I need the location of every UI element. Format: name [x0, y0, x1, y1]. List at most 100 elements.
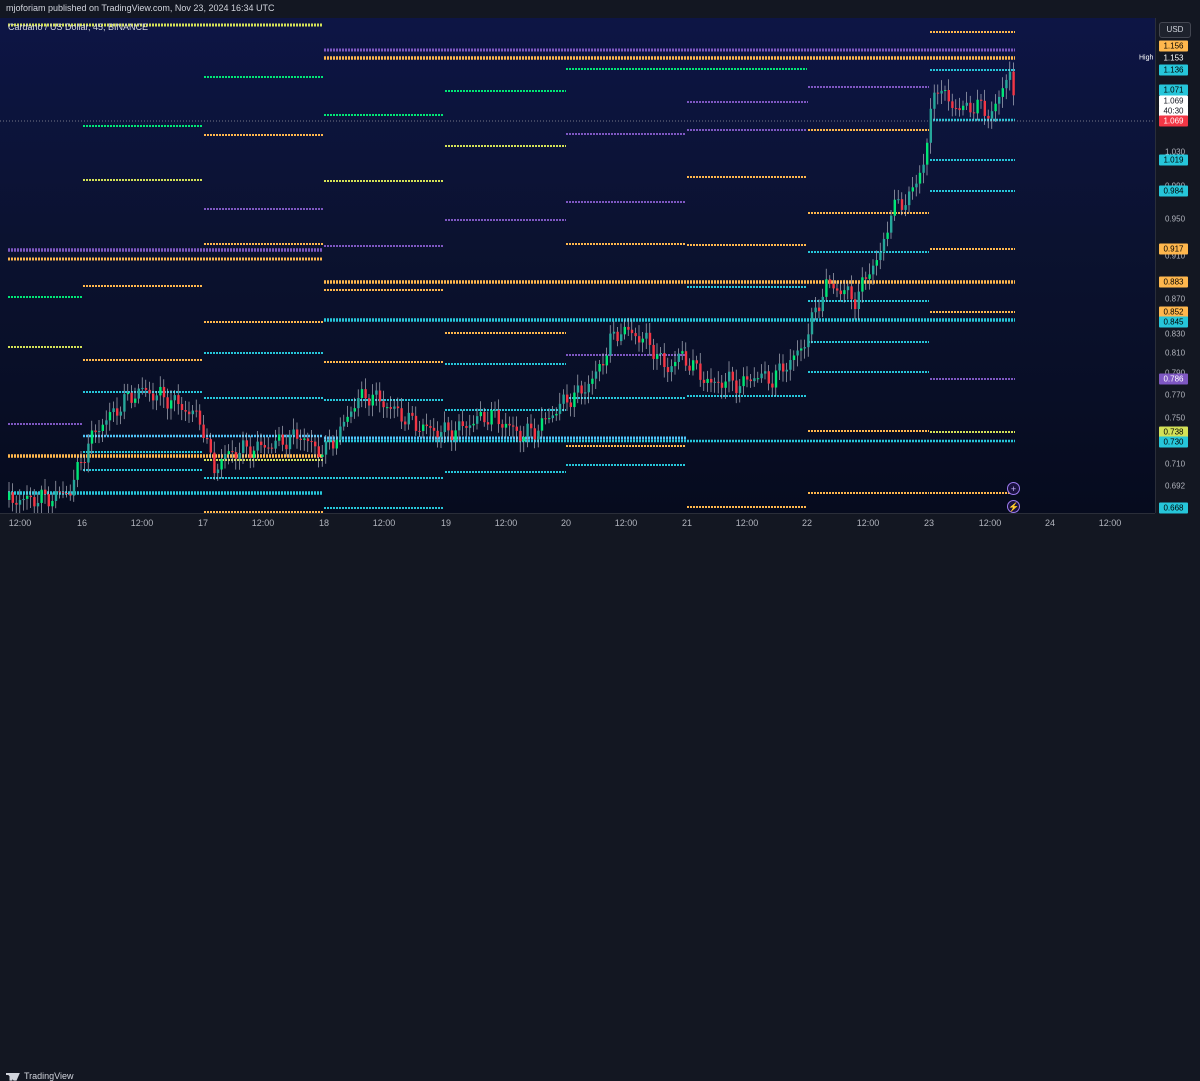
time-tick: 12:00: [856, 518, 880, 528]
time-tick: 12:00: [614, 518, 638, 528]
price-tick: 0.750: [1165, 413, 1186, 423]
candle-body: [537, 430, 540, 440]
candle-body: [476, 416, 479, 424]
candle-body: [764, 371, 767, 374]
candle-body: [249, 446, 252, 458]
candle-body: [137, 388, 140, 399]
candle-body: [112, 408, 115, 413]
candle-body: [522, 437, 526, 442]
candle-body: [123, 394, 126, 412]
price-tick: 0.870: [1165, 294, 1186, 304]
candle-body: [166, 397, 169, 409]
candle-body: [332, 440, 335, 449]
candle-body: [828, 279, 832, 284]
branding[interactable]: TradingView: [6, 1071, 74, 1081]
chart-pane[interactable]: Cardano / US Dollar, 45, BINANCE: [0, 18, 1155, 513]
candle-body: [684, 351, 688, 366]
branding-text: TradingView: [24, 1071, 74, 1081]
candle-body: [699, 363, 702, 380]
time-tick: 23: [923, 518, 935, 528]
candle-body: [483, 411, 486, 423]
candle-body: [26, 495, 29, 499]
candle-body: [54, 491, 58, 501]
candle-body: [605, 355, 608, 366]
candle-body: [126, 392, 130, 395]
candle-body: [418, 430, 421, 432]
candle-body: [1005, 79, 1008, 89]
candle-body: [335, 439, 338, 449]
candle-body: [965, 102, 968, 106]
candle-body: [404, 421, 407, 425]
candle-body: [940, 90, 943, 94]
candle-body: [821, 296, 824, 312]
candle-body: [602, 363, 605, 366]
candle-body: [267, 447, 270, 449]
tradingview-logo-icon: [6, 1072, 20, 1081]
candle-body: [389, 407, 392, 409]
candle-body: [936, 92, 940, 94]
candle-body: [576, 385, 580, 393]
candle-body: [944, 90, 947, 92]
candle-body: [580, 385, 583, 394]
candle-body: [746, 376, 749, 380]
candle-body: [501, 424, 504, 428]
candle-body: [144, 387, 148, 390]
price-tag: 0.845: [1159, 316, 1188, 328]
candle-body: [648, 332, 652, 345]
candle-body: [148, 389, 151, 394]
candle-body: [321, 454, 324, 458]
candle-body: [497, 409, 500, 425]
candle-body: [868, 274, 871, 279]
candle-body: [663, 353, 666, 368]
candle-body: [411, 412, 414, 416]
candle-body: [1012, 71, 1015, 96]
candle-body: [893, 199, 896, 216]
candle-body: [116, 408, 119, 416]
candle-body: [713, 381, 716, 383]
candle-body: [814, 307, 817, 313]
candle-body: [317, 446, 320, 458]
candle-body: [882, 238, 886, 253]
candle-body: [422, 424, 425, 432]
candle-body: [717, 381, 720, 383]
candle-body: [378, 390, 382, 402]
candle-body: [818, 307, 821, 312]
candle-body: [584, 392, 587, 394]
price-tick: 0.830: [1165, 329, 1186, 339]
candle-body: [40, 489, 43, 503]
plus-button[interactable]: +: [1007, 482, 1020, 495]
candle-body: [299, 438, 302, 440]
candle-body: [364, 389, 367, 399]
price-tick: 0.810: [1165, 348, 1186, 358]
candle-body: [306, 438, 310, 442]
candle-body: [350, 411, 353, 417]
candle-body: [760, 373, 763, 379]
candle-body: [620, 334, 623, 342]
candle-body: [695, 360, 698, 364]
candle-body: [270, 447, 274, 449]
candle-body: [296, 429, 299, 439]
candle-body: [857, 291, 860, 310]
candle-body: [962, 105, 965, 111]
lightning-button[interactable]: ⚡: [1007, 500, 1020, 513]
candle-body: [29, 495, 32, 498]
chart-canvas[interactable]: [0, 18, 1155, 513]
price-tag: 0.984: [1159, 185, 1188, 197]
time-tick: 12:00: [372, 518, 396, 528]
candle-body: [62, 492, 65, 494]
candle-body: [983, 100, 986, 116]
price-tag: 1.136: [1159, 64, 1188, 76]
candle-body: [368, 398, 371, 406]
candle-body: [72, 479, 76, 496]
candle-body: [591, 378, 594, 384]
time-tick: 22: [801, 518, 813, 528]
candle-body: [130, 392, 133, 403]
candle-body: [832, 283, 835, 289]
candle-body: [342, 421, 346, 427]
currency-button[interactable]: USD: [1159, 22, 1191, 38]
candle-body: [310, 441, 313, 443]
candle-body: [886, 232, 889, 239]
candle-body: [486, 422, 490, 425]
candle-body: [609, 333, 612, 356]
candle-body: [238, 452, 241, 459]
